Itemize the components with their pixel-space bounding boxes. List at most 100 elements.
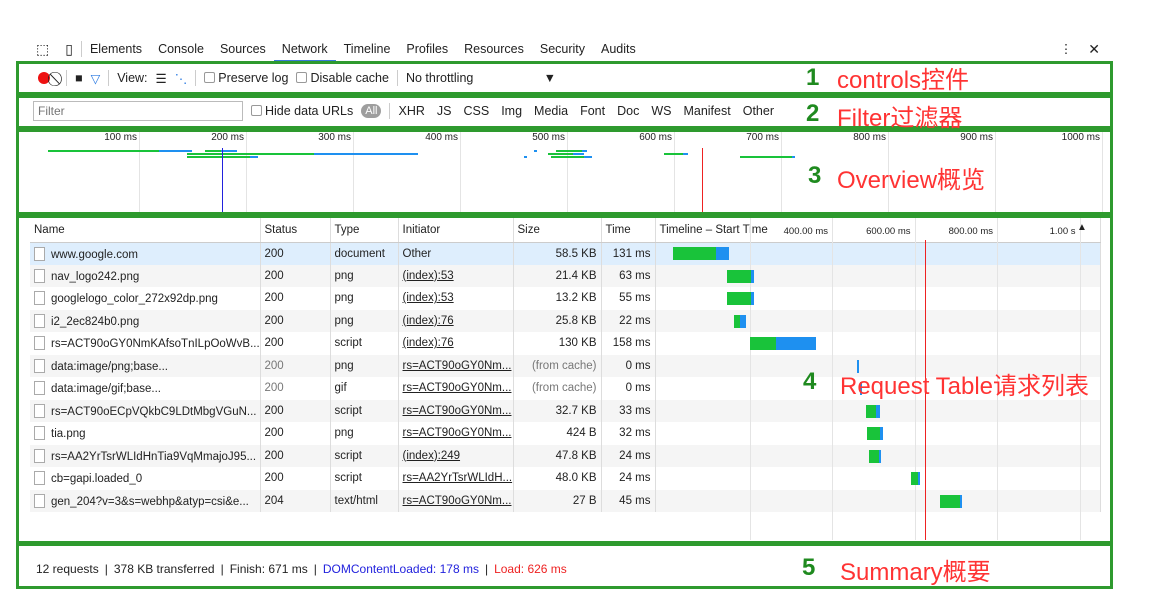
filter-type-other[interactable]: Other bbox=[743, 104, 774, 118]
filter-type-media[interactable]: Media bbox=[534, 104, 568, 118]
filter-input[interactable] bbox=[33, 101, 243, 121]
waterfall-bar-download bbox=[716, 247, 729, 260]
name-value: rs=AA2YrTsrWLIdHnTia9VqMmajoJ95... bbox=[51, 450, 257, 463]
overview-icon[interactable]: ⋱ bbox=[175, 71, 188, 86]
cell-time: 0 ms bbox=[601, 354, 656, 377]
filter-type-doc[interactable]: Doc bbox=[617, 104, 639, 118]
more-menu-icon[interactable]: ⋮ bbox=[1052, 36, 1081, 62]
initiator-value[interactable]: rs=ACT90oGY0Nm... bbox=[403, 427, 512, 439]
overview-bar-waiting bbox=[205, 150, 222, 152]
cell-type: script bbox=[330, 332, 399, 355]
tab-sources[interactable]: Sources bbox=[212, 36, 274, 62]
cell-size: 25.8 KB bbox=[513, 309, 602, 332]
cell-name: gen_204?v=3&s=webhp&atyp=csi&e... bbox=[30, 489, 261, 512]
overview-bar-download bbox=[524, 156, 528, 158]
filter-type-ws[interactable]: WS bbox=[651, 104, 671, 118]
filter-all-button[interactable]: All bbox=[361, 104, 382, 118]
waterfall-bar-waiting bbox=[867, 427, 880, 440]
overview-bar-download bbox=[682, 153, 688, 155]
cell-size: (from cache) bbox=[513, 354, 602, 377]
initiator-value[interactable]: rs=ACT90oGY0Nm... bbox=[403, 360, 512, 372]
cell-name: data:image/gif;base... bbox=[30, 377, 261, 400]
inspect-element-icon[interactable]: ⬚ bbox=[28, 36, 57, 62]
column-header[interactable]: Time bbox=[601, 218, 656, 243]
cell-time: 24 ms bbox=[601, 444, 656, 467]
cell-initiator: rs=ACT90oGY0Nm... bbox=[398, 489, 514, 512]
tab-audits[interactable]: Audits bbox=[593, 36, 644, 62]
overview-tick-label: 200 ms bbox=[211, 132, 244, 143]
initiator-value[interactable]: rs=ACT90oGY0Nm... bbox=[403, 405, 512, 417]
file-icon bbox=[34, 291, 45, 306]
filter-type-img[interactable]: Img bbox=[501, 104, 522, 118]
dom-content-loaded-marker bbox=[222, 148, 224, 212]
preserve-log-checkbox[interactable]: Preserve log bbox=[204, 71, 288, 85]
status-value: 200 bbox=[264, 314, 284, 327]
waterfall-bar-waiting bbox=[865, 404, 876, 418]
overview-tick-label: 700 ms bbox=[746, 132, 779, 143]
file-icon bbox=[34, 471, 45, 486]
view-label: View: bbox=[117, 71, 148, 85]
tab-console[interactable]: Console bbox=[150, 36, 212, 62]
cell-size: 21.4 KB bbox=[513, 264, 602, 287]
initiator-value[interactable]: (index):76 bbox=[403, 337, 454, 349]
overview-bar-waiting bbox=[547, 153, 574, 155]
cell-time: 55 ms bbox=[601, 287, 656, 310]
overview-bar-download bbox=[584, 156, 592, 158]
cell-initiator: rs=ACT90oGY0Nm... bbox=[398, 422, 514, 445]
initiator-value[interactable]: rs=AA2YrTsrWLIdH... bbox=[403, 472, 513, 484]
timeline-tick-label: 800.00 ms bbox=[948, 226, 993, 237]
initiator-value[interactable]: rs=ACT90oGY0Nm... bbox=[403, 495, 512, 507]
sort-ascending-icon[interactable]: ▲ bbox=[1077, 222, 1087, 233]
tab-timeline[interactable]: Timeline bbox=[336, 36, 399, 62]
filter-type-font[interactable]: Font bbox=[580, 104, 605, 118]
annotation-number: 1 bbox=[806, 64, 820, 91]
column-header[interactable]: Type bbox=[330, 218, 399, 243]
capture-screenshots-icon[interactable]: ■ bbox=[75, 71, 83, 85]
tab-network[interactable]: Network bbox=[273, 36, 336, 62]
tab-security[interactable]: Security bbox=[532, 36, 593, 62]
initiator-value[interactable]: (index):53 bbox=[403, 270, 454, 282]
cell-time: 63 ms bbox=[601, 264, 656, 287]
dom-content-loaded: DOMContentLoaded: 178 ms bbox=[322, 562, 479, 576]
device-mode-icon[interactable]: ▯ bbox=[57, 36, 81, 62]
column-header[interactable]: Size bbox=[513, 218, 602, 243]
cell-status: 200 bbox=[260, 422, 331, 445]
status-value: 200 bbox=[264, 449, 284, 462]
filter-type-css[interactable]: CSS bbox=[463, 104, 489, 118]
overview-bar-download bbox=[314, 153, 419, 155]
filter-type-xhr[interactable]: XHR bbox=[398, 104, 424, 118]
column-header[interactable]: Status bbox=[260, 218, 331, 243]
name-value: data:image/png;base... bbox=[51, 360, 168, 373]
cell-size: 424 B bbox=[513, 422, 602, 445]
filter-type-manifest[interactable]: Manifest bbox=[683, 104, 730, 118]
tab-resources[interactable]: Resources bbox=[456, 36, 532, 62]
request-count: 12 requests bbox=[36, 562, 99, 576]
overview-bar-waiting bbox=[187, 156, 251, 158]
annotation-label: Filter过滤器 bbox=[837, 105, 963, 132]
type-value: png bbox=[334, 359, 354, 372]
tab-elements[interactable]: Elements bbox=[82, 36, 150, 62]
overview-gridline bbox=[781, 132, 782, 212]
status-value: 200 bbox=[264, 269, 284, 282]
large-rows-icon[interactable]: ☰ bbox=[156, 71, 167, 86]
record-button[interactable] bbox=[38, 72, 50, 84]
initiator-value[interactable]: (index):53 bbox=[403, 292, 454, 304]
initiator-value[interactable]: rs=ACT90oGY0Nm... bbox=[403, 382, 512, 394]
disable-cache-checkbox[interactable]: Disable cache bbox=[296, 71, 389, 85]
filter-icon[interactable]: ▽ bbox=[91, 71, 101, 86]
tab-profiles[interactable]: Profiles bbox=[398, 36, 456, 62]
waterfall-bar-waiting bbox=[726, 292, 752, 305]
column-header[interactable]: Name bbox=[30, 218, 261, 243]
initiator-value[interactable]: (index):249 bbox=[403, 450, 461, 462]
cell-initiator: rs=ACT90oGY0Nm... bbox=[398, 354, 514, 377]
overview-bar-waiting bbox=[740, 156, 792, 158]
filter-type-js[interactable]: JS bbox=[437, 104, 452, 118]
column-header[interactable]: Initiator bbox=[398, 218, 514, 243]
close-icon[interactable]: ✕ bbox=[1080, 36, 1108, 62]
type-value: png bbox=[334, 269, 354, 282]
overview-bar-download bbox=[250, 156, 258, 158]
hide-data-urls-checkbox[interactable]: Hide data URLs bbox=[251, 104, 353, 118]
initiator-value[interactable]: (index):76 bbox=[403, 315, 454, 327]
cell-name: data:image/png;base... bbox=[30, 354, 261, 377]
throttling-select[interactable]: No throttling ▼ bbox=[406, 71, 556, 85]
